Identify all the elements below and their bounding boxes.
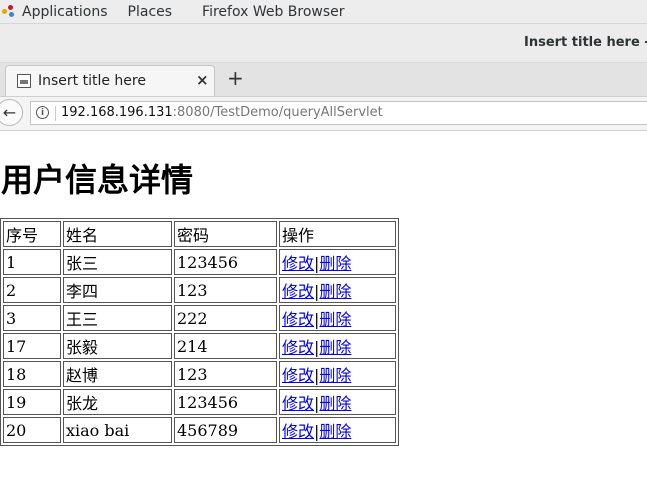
applications-menu[interactable]: Applications	[16, 4, 122, 20]
cell-actions: 修改|删除	[279, 277, 396, 303]
edit-link[interactable]: 修改	[282, 338, 314, 357]
page-heading: 用户信息详情	[1, 161, 194, 199]
users-table: 序号 姓名 密码 操作 1 张三 123456 修改|删除 2 李四 123 修改|删除 3 王三…	[0, 218, 399, 446]
system-top-panel: Applications Places Firefox Web Browser	[0, 0, 647, 24]
navigation-toolbar: ← i 192.168.196.131:8080/TestDemo/queryA…	[0, 97, 647, 131]
url-host: 192.168.196.131	[61, 105, 173, 120]
cell-actions: 修改|删除	[279, 389, 396, 415]
tab-strip: Insert title here × +	[0, 63, 647, 97]
url-bar[interactable]: i 192.168.196.131:8080/TestDemo/queryAll…	[30, 101, 647, 125]
cell-name: 张龙	[63, 389, 172, 415]
cell-name: 赵博	[63, 361, 172, 387]
cell-name: 李四	[63, 277, 172, 303]
active-app-menu[interactable]: Firefox Web Browser	[194, 4, 353, 20]
cell-id: 20	[3, 417, 61, 443]
tab-title: Insert title here	[38, 73, 146, 89]
cell-name: 张毅	[63, 333, 172, 359]
cell-id: 1	[3, 249, 61, 275]
column-header-password: 密码	[174, 221, 277, 247]
column-header-name: 姓名	[63, 221, 172, 247]
table-header-row: 序号 姓名 密码 操作	[3, 221, 396, 247]
cell-password: 456789	[174, 417, 277, 443]
cell-id: 3	[3, 305, 61, 331]
cell-id: 19	[3, 389, 61, 415]
cell-actions: 修改|删除	[279, 417, 396, 443]
back-button[interactable]: ←	[0, 99, 23, 126]
cell-password: 123	[174, 361, 277, 387]
table-row: 20 xiao bai 456789 修改|删除	[3, 417, 396, 443]
cell-actions: 修改|删除	[279, 249, 396, 275]
cell-password: 214	[174, 333, 277, 359]
site-info-icon[interactable]: i	[36, 106, 49, 119]
delete-link[interactable]: 删除	[319, 394, 351, 413]
delete-link[interactable]: 删除	[319, 338, 351, 357]
cell-password: 123	[174, 277, 277, 303]
url-text[interactable]: 192.168.196.131:8080/TestDemo/queryAllSe…	[61, 105, 383, 120]
table-row: 2 李四 123 修改|删除	[3, 277, 396, 303]
window-titlebar: Insert title here - Mozilla Firefox	[0, 24, 647, 63]
delete-link[interactable]: 删除	[319, 366, 351, 385]
edit-link[interactable]: 修改	[282, 366, 314, 385]
url-path: :8080/TestDemo/queryAllServlet	[172, 105, 383, 120]
edit-link[interactable]: 修改	[282, 310, 314, 329]
cell-id: 2	[3, 277, 61, 303]
table-row: 19 张龙 123456 修改|删除	[3, 389, 396, 415]
cell-name: 张三	[63, 249, 172, 275]
new-tab-button[interactable]: +	[227, 68, 244, 88]
cell-actions: 修改|删除	[279, 333, 396, 359]
cell-password: 222	[174, 305, 277, 331]
table-row: 18 赵博 123 修改|删除	[3, 361, 396, 387]
delete-link[interactable]: 删除	[319, 422, 351, 441]
edit-link[interactable]: 修改	[282, 422, 314, 441]
delete-link[interactable]: 删除	[319, 310, 351, 329]
tab-insert-title[interactable]: Insert title here ×	[5, 65, 215, 96]
cell-password: 123456	[174, 389, 277, 415]
cell-actions: 修改|删除	[279, 305, 396, 331]
cell-name: xiao bai	[63, 417, 172, 443]
column-header-id: 序号	[3, 221, 61, 247]
cell-name: 王三	[63, 305, 172, 331]
column-header-actions: 操作	[279, 221, 396, 247]
page-favicon-icon	[17, 74, 31, 88]
cell-id: 17	[3, 333, 61, 359]
close-tab-icon[interactable]: ×	[196, 71, 209, 89]
url-separator	[55, 106, 56, 121]
applications-icon	[2, 4, 16, 19]
cell-password: 123456	[174, 249, 277, 275]
edit-link[interactable]: 修改	[282, 254, 314, 273]
table-row: 3 王三 222 修改|删除	[3, 305, 396, 331]
edit-link[interactable]: 修改	[282, 394, 314, 413]
cell-id: 18	[3, 361, 61, 387]
delete-link[interactable]: 删除	[319, 282, 351, 301]
table-row: 17 张毅 214 修改|删除	[3, 333, 396, 359]
cell-actions: 修改|删除	[279, 361, 396, 387]
edit-link[interactable]: 修改	[282, 282, 314, 301]
table-row: 1 张三 123456 修改|删除	[3, 249, 396, 275]
places-menu[interactable]: Places	[122, 4, 195, 20]
delete-link[interactable]: 删除	[319, 254, 351, 273]
window-title: Insert title here - Mozilla Firefox	[524, 35, 647, 50]
